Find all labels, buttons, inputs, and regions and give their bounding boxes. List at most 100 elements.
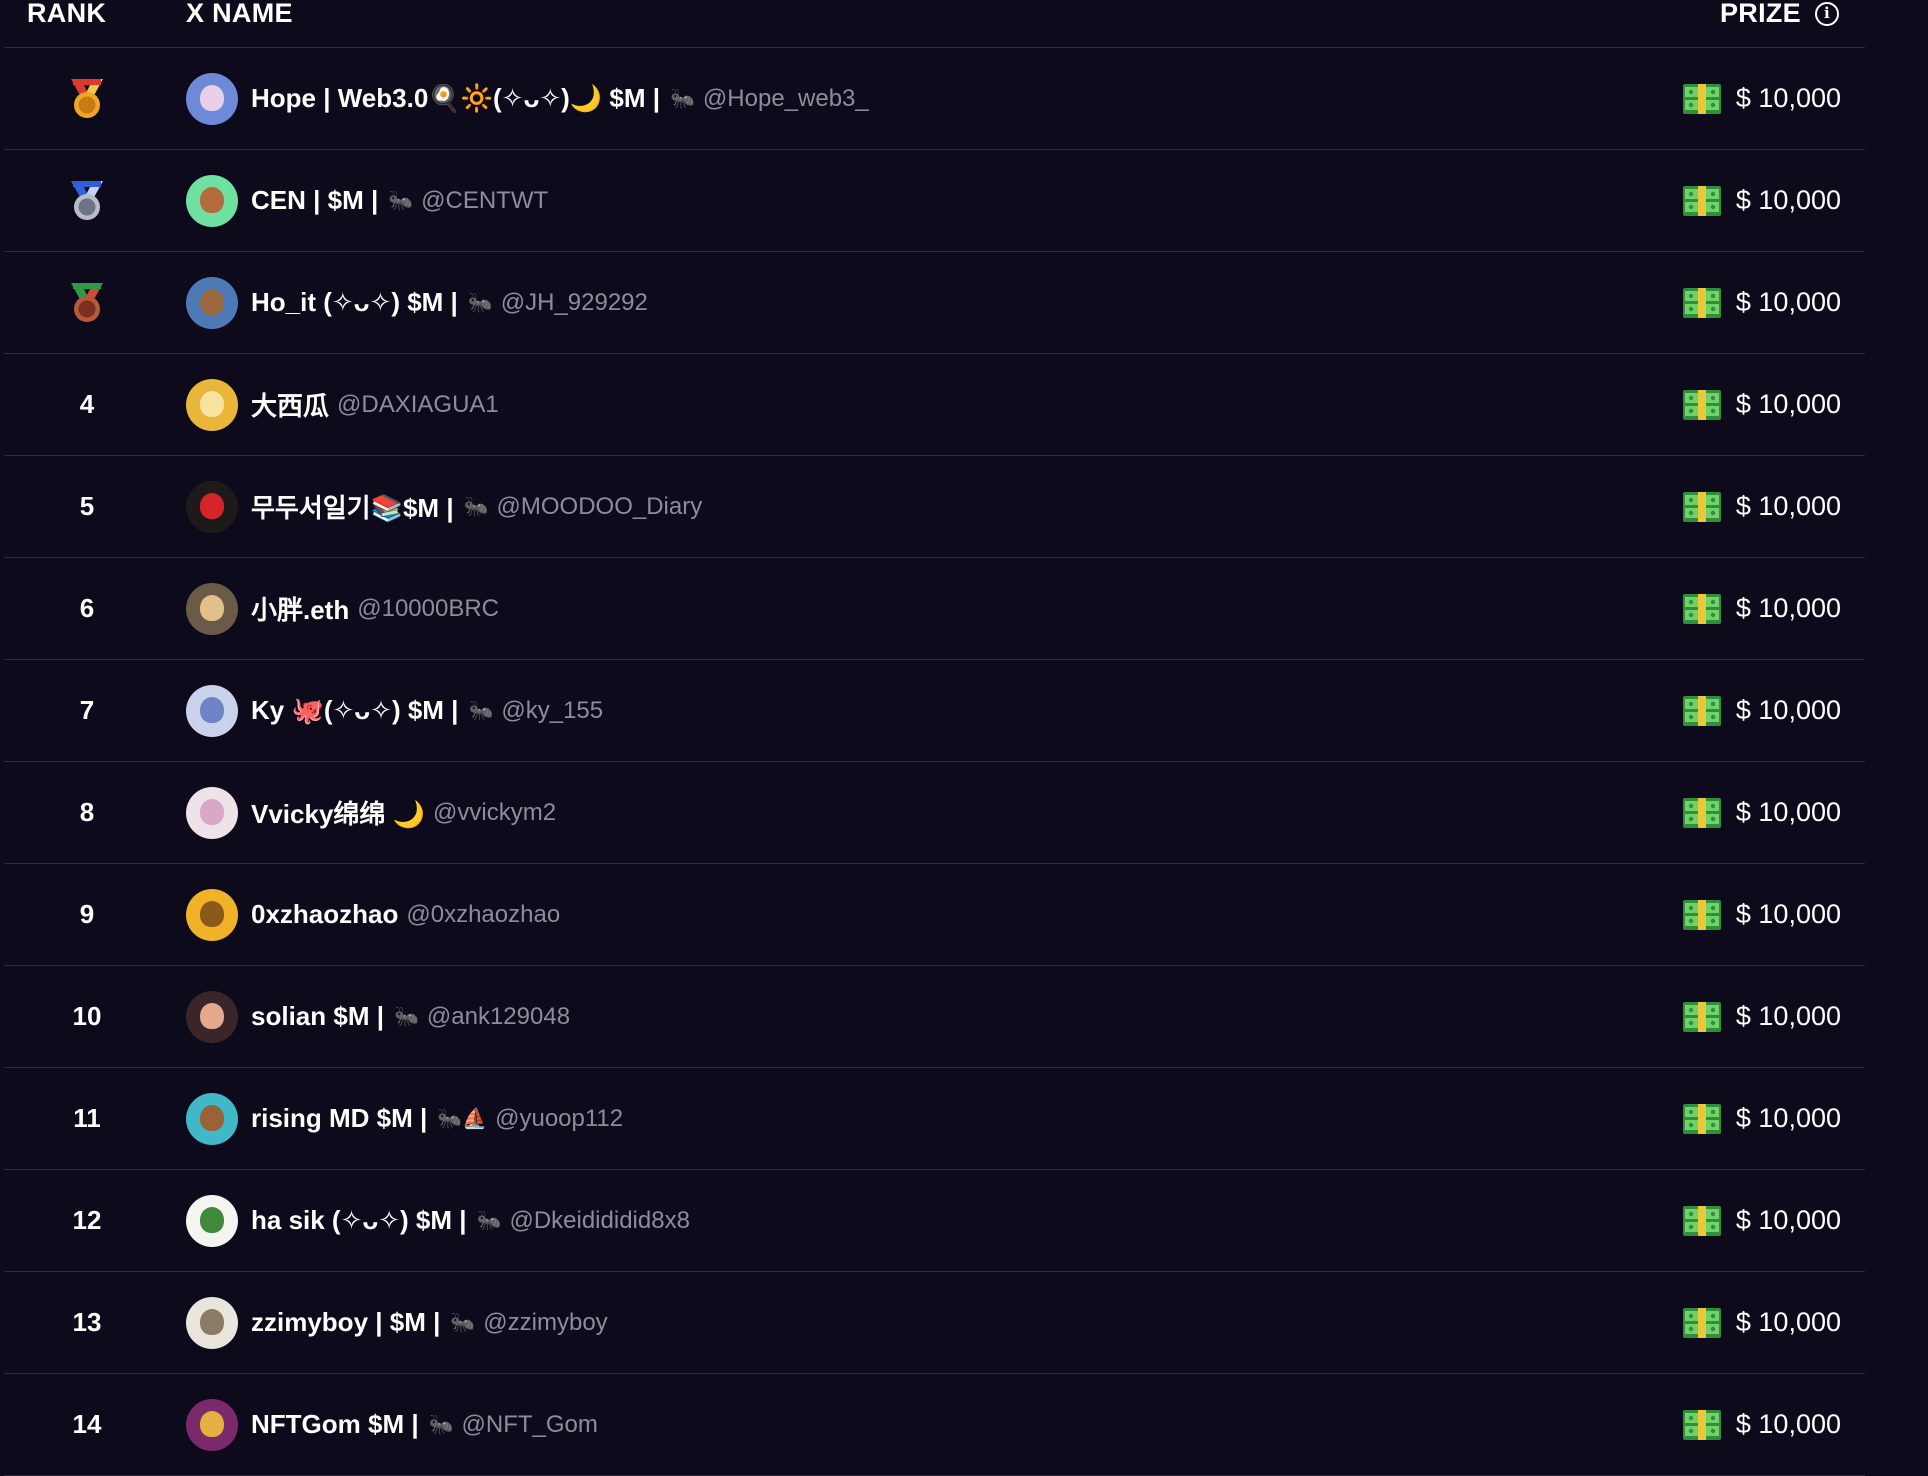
money-stack-icon (1682, 185, 1721, 216)
x-handle[interactable]: @10000BRC (357, 595, 499, 623)
prize-cell: $ 10,000 (1682, 660, 1841, 761)
display-name[interactable]: Ho_it (✧ᴗ✧) $M | (251, 287, 458, 318)
money-stack-icon (1682, 1001, 1721, 1032)
money-stack-icon (1682, 1307, 1721, 1338)
display-name[interactable]: rising MD $M | (251, 1103, 427, 1134)
money-stack-icon (1682, 1205, 1721, 1236)
money-stack-icon (1682, 695, 1721, 726)
rank-number: 8 (79, 797, 95, 827)
table-row[interactable]: 8 Vvicky绵绵 🌙 @vvickym2 $ 10,000 (4, 762, 1865, 864)
table-row[interactable]: 11 rising MD $M | 🐜⛵ @yuoop112 $ 10,000 (4, 1068, 1865, 1170)
table-row[interactable]: 6 小胖.eth @10000BRC $ 10,000 (4, 558, 1865, 660)
display-name[interactable]: 大西瓜 (251, 386, 329, 423)
money-stack-icon (1682, 83, 1721, 114)
avatar[interactable] (186, 786, 238, 839)
x-handle[interactable]: @CENTWT (421, 187, 548, 215)
avatar[interactable] (186, 72, 238, 125)
x-handle[interactable]: @zzimyboy (483, 1309, 607, 1337)
x-handle[interactable]: @Hope_web3_ (703, 85, 869, 113)
table-row[interactable]: 5 무두서일기📚$M | 🐜 @MOODOO_Diary $ 10,000 (4, 456, 1865, 558)
table-row[interactable]: 10 solian $M | 🐜 @ank129048 $ 10,000 (4, 966, 1865, 1068)
avatar[interactable] (186, 1092, 238, 1145)
display-name[interactable]: zzimyboy | $M | (251, 1307, 440, 1338)
table-row[interactable]: 13 zzimyboy | $M | 🐜 @zzimyboy $ 10,000 (4, 1272, 1865, 1374)
ant-icon: 🐜 (670, 88, 695, 110)
avatar[interactable] (186, 480, 238, 533)
prize-amount: $ 10,000 (1735, 491, 1841, 521)
display-name[interactable]: solian $M | (251, 1001, 384, 1032)
gold-medal-icon (71, 78, 103, 118)
name-cell: Ho_it (✧ᴗ✧) $M | 🐜 @JH_929292 (186, 252, 648, 353)
rank-number: 7 (79, 695, 95, 725)
avatar[interactable] (186, 582, 238, 635)
x-handle[interactable]: @NFT_Gom (462, 1411, 598, 1439)
table-row[interactable]: 4 大西瓜 @DAXIAGUA1 $ 10,000 (4, 354, 1865, 456)
x-handle[interactable]: @ank129048 (427, 1003, 570, 1031)
name-cell: NFTGom $M | 🐜 @NFT_Gom (186, 1374, 598, 1475)
prize-cell: $ 10,000 (1682, 558, 1841, 659)
table-row[interactable]: Ho_it (✧ᴗ✧) $M | 🐜 @JH_929292 $ 10,000 (4, 252, 1865, 354)
avatar[interactable] (186, 1398, 238, 1451)
name-cell: 무두서일기📚$M | 🐜 @MOODOO_Diary (186, 456, 702, 557)
money-stack-icon (1682, 1103, 1721, 1134)
x-handle[interactable]: @MOODOO_Diary (497, 493, 703, 521)
x-handle[interactable]: @yuoop112 (495, 1105, 623, 1133)
prize-amount: $ 10,000 (1735, 287, 1841, 317)
table-row[interactable]: CEN | $M | 🐜 @CENTWT $ 10,000 (4, 150, 1865, 252)
ant-icon: 🐜 (428, 1414, 454, 1436)
prize-cell: $ 10,000 (1682, 354, 1841, 455)
rank-cell: 14 (44, 1374, 130, 1475)
prize-amount: $ 10,000 (1735, 389, 1841, 419)
prize-amount: $ 10,000 (1735, 1307, 1841, 1337)
avatar[interactable] (186, 888, 238, 941)
name-cell: zzimyboy | $M | 🐜 @zzimyboy (186, 1272, 608, 1373)
money-stack-icon (1682, 899, 1721, 930)
display-name[interactable]: ha sik (✧ᴗ✧) $M | (251, 1205, 467, 1236)
x-name-column-header: X NAME (186, 0, 293, 28)
avatar[interactable] (186, 684, 238, 737)
display-name[interactable]: Vvicky绵绵 🌙 (251, 794, 425, 831)
table-body: Hope | Web3.0🍳🔆(✧ᴗ✧)🌙 $M | 🐜 @Hope_web3_ $ … (4, 48, 1865, 1476)
rank-number: 9 (79, 899, 95, 929)
display-name[interactable]: NFTGom $M | (251, 1409, 419, 1440)
avatar[interactable] (186, 378, 238, 431)
money-stack-icon (1682, 389, 1721, 420)
table-row[interactable]: 14 NFTGom $M | 🐜 @NFT_Gom $ 10,000 (4, 1374, 1865, 1476)
table-row[interactable]: 9 0xzhaozhao @0xzhaozhao $ 10,000 (4, 864, 1865, 966)
x-handle[interactable]: @vvickym2 (433, 799, 556, 827)
display-name[interactable]: CEN | $M | (251, 185, 378, 216)
x-handle[interactable]: @JH_929292 (501, 289, 648, 317)
money-stack-icon (1682, 593, 1721, 624)
display-name[interactable]: Ky 🐙(✧ᴗ✧) $M | (251, 695, 458, 726)
rank-cell: 7 (44, 660, 130, 761)
avatar[interactable] (186, 174, 238, 227)
x-handle[interactable]: @ky_155 (501, 697, 603, 725)
avatar[interactable] (186, 1194, 238, 1247)
table-row[interactable]: Hope | Web3.0🍳🔆(✧ᴗ✧)🌙 $M | 🐜 @Hope_web3_ $ … (4, 48, 1865, 150)
rank-number: 4 (79, 389, 95, 419)
ant-icon: 🐜 (468, 700, 494, 722)
name-cell: 小胖.eth @10000BRC (186, 558, 499, 659)
info-icon[interactable]: i (1815, 1, 1839, 26)
display-name[interactable]: 小胖.eth (251, 590, 349, 627)
rank-number: 5 (79, 491, 95, 521)
rank-number: 6 (79, 593, 95, 623)
money-stack-icon (1682, 797, 1721, 828)
prize-cell: $ 10,000 (1682, 150, 1841, 251)
x-handle[interactable]: @Dkeidididid8x8 (509, 1207, 689, 1235)
money-stack-icon (1682, 1409, 1721, 1440)
avatar[interactable] (186, 990, 238, 1043)
prize-cell: $ 10,000 (1682, 966, 1841, 1067)
name-cell: 大西瓜 @DAXIAGUA1 (186, 354, 499, 455)
table-row[interactable]: 12 ha sik (✧ᴗ✧) $M | 🐜 @Dkeidididid8x8 $ 10,… (4, 1170, 1865, 1272)
prize-header-label: PRIZE (1719, 0, 1801, 28)
x-handle[interactable]: @DAXIAGUA1 (337, 391, 499, 419)
avatar[interactable] (186, 1296, 238, 1349)
rank-cell: 5 (44, 456, 130, 557)
display-name[interactable]: 무두서일기📚$M | (251, 488, 454, 525)
display-name[interactable]: 0xzhaozhao (251, 899, 398, 930)
x-handle[interactable]: @0xzhaozhao (406, 901, 560, 929)
avatar[interactable] (186, 276, 238, 329)
display-name[interactable]: Hope | Web3.0🍳🔆(✧ᴗ✧)🌙 $M | (251, 83, 660, 114)
table-row[interactable]: 7 Ky 🐙(✧ᴗ✧) $M | 🐜 @ky_155 $ 10,000 (4, 660, 1865, 762)
